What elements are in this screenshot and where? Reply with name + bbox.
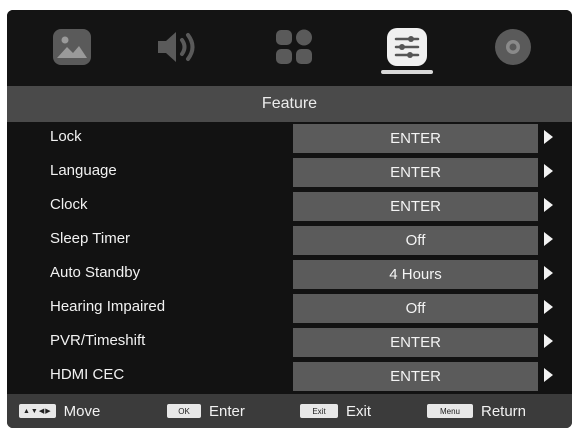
feature-menu: Lock ENTER Language ENTER Clock ENTER Sl…	[7, 122, 572, 394]
enter-hint: OK Enter	[167, 394, 245, 428]
chevron-right-icon	[544, 368, 553, 382]
menu-item-label: PVR/Timeshift	[50, 332, 146, 349]
chevron-right-icon	[544, 266, 553, 280]
menu-row-lock[interactable]: Lock ENTER	[7, 122, 572, 153]
menu-item-label: Sleep Timer	[50, 230, 131, 247]
speaker-icon	[158, 32, 195, 62]
menu-item-label: Auto Standby	[50, 264, 141, 281]
menu-item-label: Language	[50, 162, 117, 179]
pvr-timeshift-value[interactable]: ENTER	[293, 328, 538, 357]
menu-item-label: Lock	[50, 128, 82, 145]
exit-key-icon: Exit	[300, 404, 338, 418]
selected-tab-indicator	[381, 70, 433, 74]
chevron-right-icon	[544, 198, 553, 212]
menu-row-sleep-timer[interactable]: Sleep Timer Off	[7, 224, 572, 255]
chevron-right-icon	[544, 130, 553, 144]
hearing-impaired-value[interactable]: Off	[293, 294, 538, 323]
page-title: Feature	[7, 86, 572, 122]
menu-row-pvr-timeshift[interactable]: PVR/Timeshift ENTER	[7, 326, 572, 357]
arrow-keys-icon: ▲▼◀▶	[19, 404, 56, 418]
menu-item-label: Hearing Impaired	[50, 298, 166, 315]
sliders-icon	[387, 28, 427, 66]
category-tabs	[7, 10, 572, 86]
move-label: Move	[63, 402, 101, 420]
tab-apps[interactable]	[269, 22, 319, 72]
enter-label: Enter	[209, 402, 245, 420]
tab-setup[interactable]	[488, 22, 538, 72]
sleep-timer-value[interactable]: Off	[293, 226, 538, 255]
tv-menu: Feature Lock ENTER Language ENTER Clock …	[7, 10, 572, 428]
exit-hint: Exit Exit	[300, 394, 371, 428]
return-label: Return	[481, 402, 527, 420]
menu-row-auto-standby[interactable]: Auto Standby 4 Hours	[7, 258, 572, 289]
chevron-right-icon	[544, 232, 553, 246]
move-hint: ▲▼◀▶ Move	[19, 394, 100, 428]
tab-feature[interactable]	[382, 22, 432, 72]
picture-icon	[53, 29, 91, 65]
menu-row-clock[interactable]: Clock ENTER	[7, 190, 572, 221]
clock-value[interactable]: ENTER	[293, 192, 538, 221]
screen-frame: Feature Lock ENTER Language ENTER Clock …	[0, 0, 582, 435]
chevron-right-icon	[544, 334, 553, 348]
apps-icon	[276, 29, 312, 64]
tab-picture[interactable]	[47, 22, 97, 72]
tab-sound[interactable]	[153, 22, 203, 72]
chevron-right-icon	[544, 164, 553, 178]
return-hint: Menu Return	[427, 394, 526, 428]
menu-item-label: HDMI CEC	[50, 366, 125, 383]
menu-row-hdmi-cec[interactable]: HDMI CEC ENTER	[7, 360, 572, 391]
hdmi-cec-value[interactable]: ENTER	[293, 362, 538, 391]
menu-key-icon: Menu	[427, 404, 473, 418]
menu-row-language[interactable]: Language ENTER	[7, 156, 572, 187]
ok-key-icon: OK	[167, 404, 201, 418]
menu-item-label: Clock	[50, 196, 88, 213]
auto-standby-value[interactable]: 4 Hours	[293, 260, 538, 289]
language-value[interactable]: ENTER	[293, 158, 538, 187]
chevron-right-icon	[544, 300, 553, 314]
lock-value[interactable]: ENTER	[293, 124, 538, 153]
exit-label: Exit	[346, 402, 372, 420]
menu-row-hearing-impaired[interactable]: Hearing Impaired Off	[7, 292, 572, 323]
gear-circle-icon	[495, 29, 531, 65]
key-hint-bar: ▲▼◀▶ Move OK Enter Exit Exit Menu Return	[7, 394, 572, 428]
